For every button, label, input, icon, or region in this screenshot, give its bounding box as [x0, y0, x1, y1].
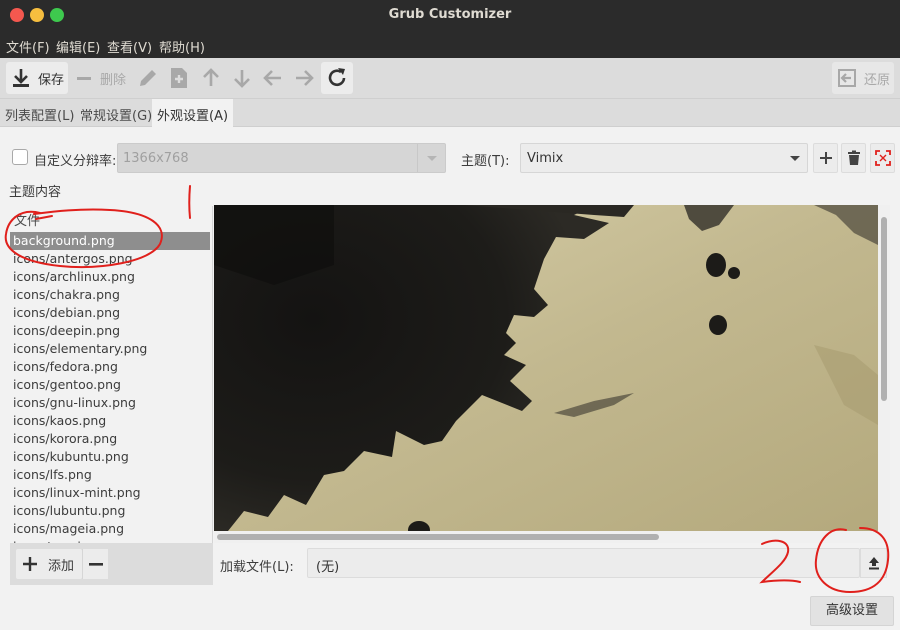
- theme-content-label: 主题内容: [9, 185, 62, 200]
- revert-label: 还原: [864, 72, 891, 88]
- load-file-value: (无): [316, 560, 340, 575]
- file-list-item[interactable]: icons/fedora.png: [10, 358, 210, 376]
- menu-file[interactable]: 文件(F): [6, 37, 50, 56]
- arrow-up-icon: [203, 68, 219, 86]
- plus-icon: [23, 557, 37, 571]
- file-list-item[interactable]: icons/gentoo.png: [10, 376, 210, 394]
- horizontal-scroll-thumb[interactable]: [217, 534, 659, 540]
- move-up-button[interactable]: [198, 62, 224, 94]
- file-list-item[interactable]: icons/linux-mint.png: [10, 484, 210, 502]
- vertical-scroll-thumb[interactable]: [881, 217, 887, 401]
- advanced-settings-button[interactable]: 高级设置: [810, 596, 894, 626]
- tab-bar: 列表配置(L) 常规设置(G) 外观设置(A): [0, 99, 900, 127]
- fullscreen-icon: [874, 150, 891, 166]
- file-list-item[interactable]: background.png: [10, 232, 210, 250]
- revert-icon: [838, 69, 856, 87]
- file-list: background.png icons/antergos.png icons/ar…: [10, 232, 210, 543]
- move-right-button[interactable]: [291, 62, 317, 94]
- load-file-label: 加载文件(L):: [220, 560, 294, 575]
- save-label: 保存: [38, 72, 65, 88]
- theme-label: 主题(T):: [461, 154, 510, 169]
- add-document-icon: [171, 68, 187, 88]
- files-column-header[interactable]: 文件: [14, 210, 40, 229]
- revert-button[interactable]: 还原: [832, 62, 894, 94]
- delete-theme-button[interactable]: [841, 143, 866, 173]
- resolution-combo[interactable]: 1366x768: [117, 143, 446, 173]
- menu-bar: 文件(F) 编辑(E) 查看(V) 帮助(H): [0, 30, 900, 58]
- tab-list-config[interactable]: 列表配置(L): [0, 99, 79, 127]
- file-list-item[interactable]: icons/korora.png: [10, 430, 210, 448]
- chevron-down-icon: [790, 156, 800, 161]
- pencil-icon: [140, 70, 156, 86]
- download-icon: [13, 69, 29, 87]
- upload-icon: [868, 557, 879, 570]
- file-list-item[interactable]: icons/lubuntu.png: [10, 502, 210, 520]
- theme-fullscreen-button[interactable]: [870, 143, 895, 173]
- resolution-dropdown-arrow[interactable]: [417, 144, 445, 172]
- tab-general-settings[interactable]: 常规设置(G): [75, 99, 157, 127]
- arrow-down-icon: [234, 70, 250, 88]
- load-file-field[interactable]: (无): [307, 548, 860, 578]
- save-button[interactable]: 保存: [6, 62, 68, 94]
- theme-value: Vimix: [527, 151, 564, 166]
- edit-button[interactable]: [135, 62, 161, 94]
- preview-vertical-scrollbar[interactable]: [878, 205, 890, 543]
- file-list-item[interactable]: icons/chakra.png: [10, 286, 210, 304]
- menu-help[interactable]: 帮助(H): [159, 37, 205, 56]
- add-file-button[interactable]: 添加: [16, 549, 82, 579]
- arrow-left-icon: [263, 70, 281, 86]
- file-list-item[interactable]: icons/lfs.png: [10, 466, 210, 484]
- tab-appearance-settings[interactable]: 外观设置(A): [152, 99, 234, 127]
- move-left-button[interactable]: [260, 62, 286, 94]
- add-file-label: 添加: [48, 558, 75, 574]
- move-down-button[interactable]: [229, 62, 255, 94]
- custom-resolution-label: 自定义分辩率:: [34, 154, 117, 169]
- toolbar: 保存 删除 还原: [0, 58, 900, 99]
- file-actions-bar: 添加: [10, 543, 213, 585]
- theme-files-panel: 文件 background.png icons/antergos.png icons…: [10, 206, 213, 543]
- file-list-item[interactable]: icons/gnu-linux.png: [10, 394, 210, 412]
- menu-edit[interactable]: 编辑(E): [56, 37, 100, 56]
- minus-icon: [88, 563, 103, 566]
- refresh-button[interactable]: [321, 62, 353, 94]
- trash-icon: [847, 150, 860, 165]
- refresh-icon: [328, 68, 346, 87]
- remove-label: 删除: [100, 72, 127, 88]
- file-list-item[interactable]: icons/kaos.png: [10, 412, 210, 430]
- new-entry-button[interactable]: [166, 62, 192, 94]
- chevron-down-icon: [427, 156, 437, 161]
- file-list-item[interactable]: icons/debian.png: [10, 304, 210, 322]
- resolution-value: 1366x768: [123, 151, 189, 166]
- background-preview: [214, 205, 878, 531]
- file-list-item[interactable]: icons/deepin.png: [10, 322, 210, 340]
- preview-horizontal-scrollbar[interactable]: [214, 531, 878, 543]
- arrow-right-icon: [296, 70, 314, 86]
- minus-icon: [77, 77, 91, 80]
- custom-resolution-checkbox[interactable]: [12, 149, 28, 165]
- file-list-item[interactable]: icons/antergos.png: [10, 250, 210, 268]
- theme-combo[interactable]: Vimix: [520, 143, 808, 173]
- remove-button[interactable]: 删除: [74, 62, 126, 94]
- file-list-item[interactable]: icons/mageia.png: [10, 520, 210, 538]
- load-file-button[interactable]: [860, 548, 887, 578]
- title-bar: Grub Customizer: [0, 0, 900, 30]
- background-image: [214, 205, 878, 531]
- add-theme-button[interactable]: [813, 143, 838, 173]
- file-list-item[interactable]: icons/elementary.png: [10, 340, 210, 358]
- menu-view[interactable]: 查看(V): [107, 37, 152, 56]
- remove-file-button[interactable]: [82, 549, 108, 579]
- window-title: Grub Customizer: [388, 7, 512, 22]
- file-list-item[interactable]: icons/kubuntu.png: [10, 448, 210, 466]
- plus-icon: [819, 152, 832, 164]
- file-list-item[interactable]: icons/archlinux.png: [10, 268, 210, 286]
